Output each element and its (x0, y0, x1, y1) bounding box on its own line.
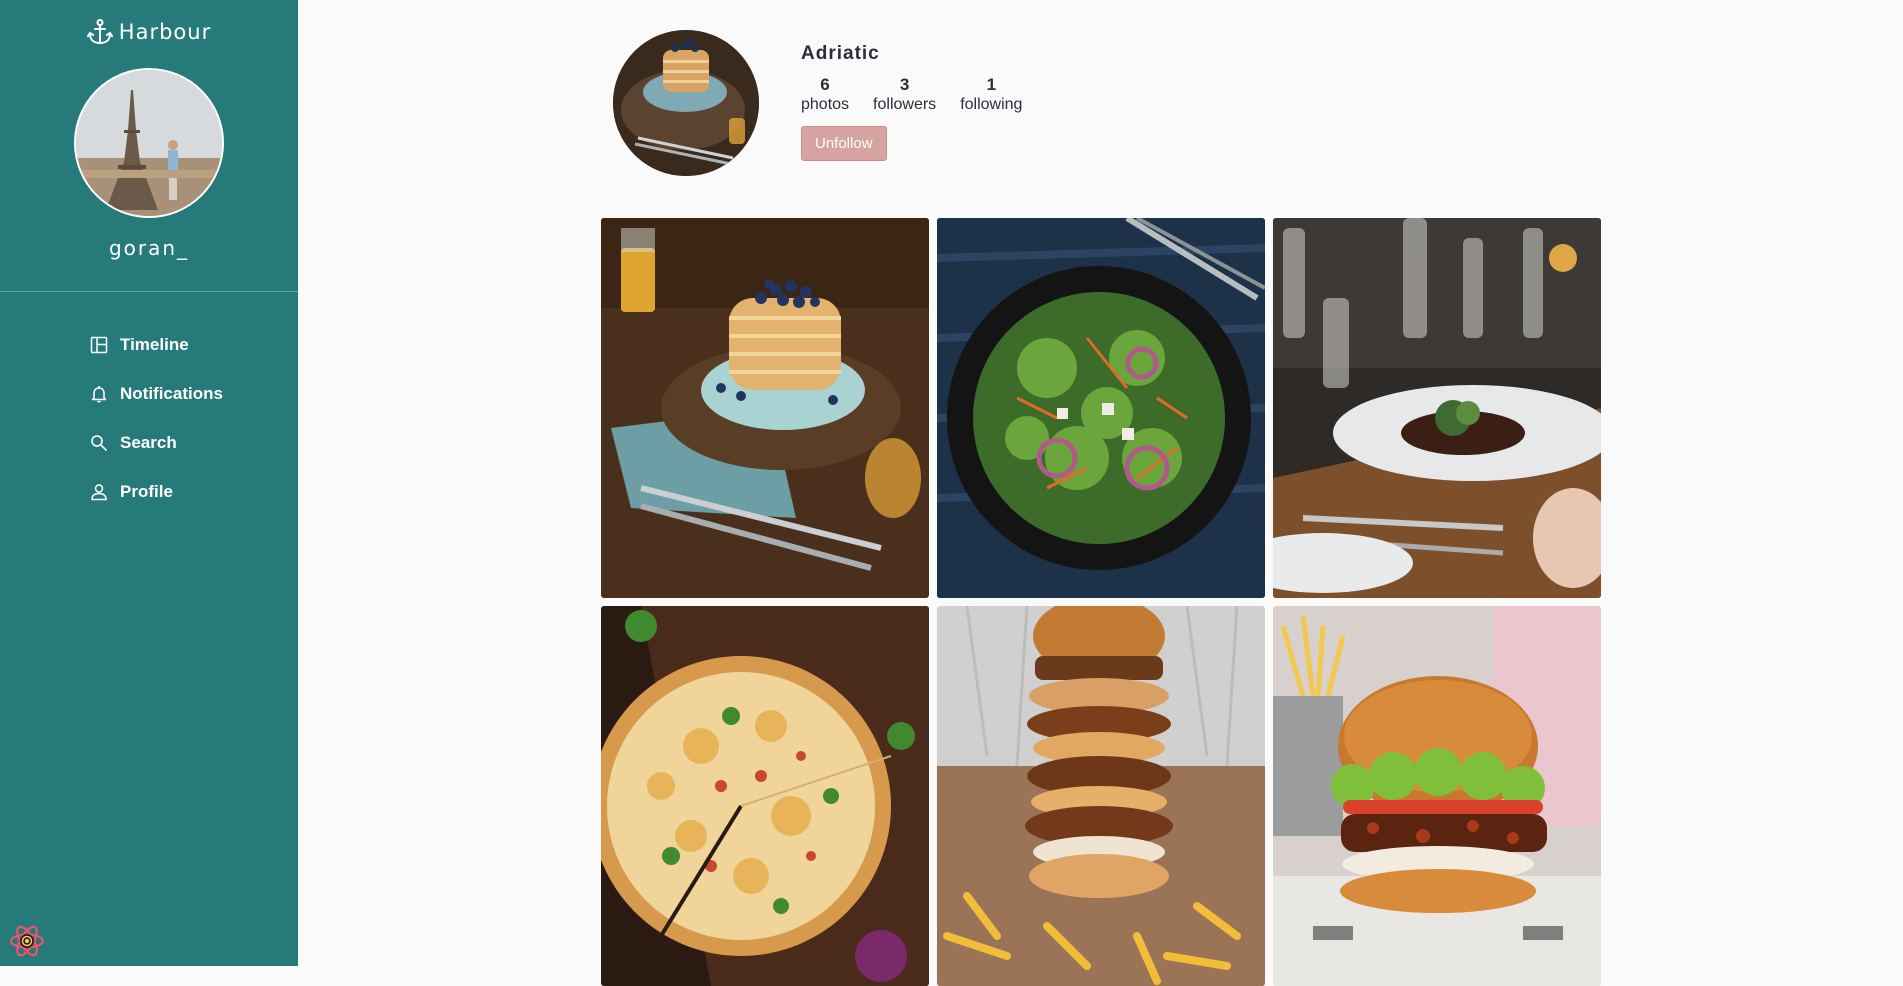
sidebar-item-profile[interactable]: Profile (90, 467, 223, 516)
sidebar-item-search[interactable]: Search (90, 418, 223, 467)
brand[interactable]: Harbour (0, 18, 298, 46)
stacked-burger-photo[interactable] (937, 606, 1265, 986)
stat-label: followers (873, 96, 937, 113)
profile-avatar (613, 30, 759, 176)
user-icon (90, 483, 108, 501)
stat-value: 1 (986, 75, 997, 94)
sidebar-item-label: Profile (120, 481, 173, 501)
salad-photo[interactable] (937, 218, 1265, 598)
stat-following[interactable]: 1 following (960, 75, 1022, 114)
sidebar-nav: Timeline Notifications Search Profile (90, 320, 223, 516)
profile-name: Adriatic (801, 43, 880, 64)
photo-grid (601, 218, 1602, 986)
current-username[interactable]: goran_ (0, 236, 298, 260)
layout-icon (90, 336, 108, 354)
brand-name: Harbour (118, 20, 212, 44)
plated-dish-photo[interactable] (1273, 218, 1601, 598)
stat-photos: 6 photos (801, 75, 849, 114)
sidebar-divider (0, 291, 298, 292)
stat-followers[interactable]: 3 followers (873, 75, 936, 114)
stat-value: 6 (820, 75, 830, 94)
pizza-photo[interactable] (601, 606, 929, 986)
avatar[interactable] (74, 68, 224, 218)
profile-info: Adriatic 6 photos 3 followers 1 followin… (801, 43, 1101, 161)
sidebar-item-timeline[interactable]: Timeline (90, 320, 223, 369)
sidebar: Harbour goran_ Timeline Notifications Se… (0, 0, 298, 966)
sidebar-item-label: Timeline (120, 334, 189, 354)
unfollow-button[interactable]: Unfollow (801, 126, 887, 161)
search-icon (90, 434, 108, 452)
pancakes-photo[interactable] (601, 218, 929, 598)
stat-value: 3 (899, 75, 910, 94)
burger-photo[interactable] (1273, 606, 1601, 986)
sidebar-item-label: Notifications (120, 383, 223, 403)
profile-stats: 6 photos 3 followers 1 following (801, 75, 1101, 114)
react-devtools-icon[interactable] (8, 922, 46, 960)
sidebar-item-label: Search (120, 432, 177, 452)
stat-label: following (960, 96, 1023, 113)
bell-icon (90, 385, 108, 403)
anchor-icon (86, 18, 113, 46)
stat-label: photos (801, 96, 850, 113)
sidebar-item-notifications[interactable]: Notifications (90, 369, 223, 418)
